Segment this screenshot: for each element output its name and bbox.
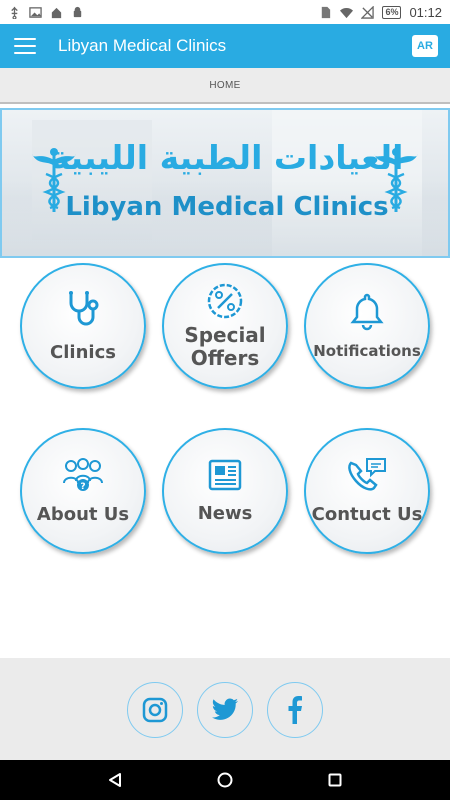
usb-icon	[11, 6, 18, 19]
tile-label: Clinics	[50, 341, 116, 363]
breadcrumb-home[interactable]: HOME	[209, 80, 240, 91]
tile-label-line2: Offers	[190, 346, 260, 370]
header-banner: العيادات الطبية الليبية Libyan Medical C…	[0, 108, 450, 258]
instagram-button[interactable]	[127, 682, 183, 738]
back-button[interactable]	[95, 760, 135, 800]
language-toggle-button[interactable]: AR	[412, 35, 438, 57]
twitter-icon	[212, 698, 238, 720]
status-right-icons: 6% 01:12	[319, 5, 442, 20]
no-signal-icon	[361, 5, 375, 19]
phone-chat-icon	[348, 457, 386, 491]
facebook-icon	[288, 696, 302, 724]
banner-english-title: Libyan Medical Clinics	[65, 192, 389, 222]
tile-label: Notifications	[313, 342, 421, 361]
news-button[interactable]: News	[162, 428, 288, 554]
contact-us-button[interactable]: Contuct Us	[304, 428, 430, 554]
wifi-icon	[340, 7, 354, 18]
notifications-button[interactable]: Notifications	[304, 263, 430, 389]
status-left-icons	[8, 6, 84, 19]
group-question-icon: ?	[63, 457, 103, 492]
sim-icon	[322, 6, 331, 18]
status-bar: 6% 01:12	[0, 0, 450, 24]
home-icon	[51, 7, 62, 18]
app-bar: Libyan Medical Clinics AR	[0, 24, 450, 68]
special-offers-button[interactable]: Special Offers	[162, 263, 288, 389]
tile-label: Special	[184, 323, 266, 347]
twitter-button[interactable]	[197, 682, 253, 738]
newspaper-icon	[208, 459, 242, 490]
instagram-icon	[142, 697, 168, 723]
system-nav-bar	[0, 760, 450, 800]
facebook-button[interactable]	[267, 682, 323, 738]
recents-square-icon	[328, 773, 342, 787]
clock: 01:12	[409, 4, 442, 20]
back-triangle-icon	[109, 773, 121, 787]
app-title: Libyan Medical Clinics	[58, 36, 227, 55]
recents-button[interactable]	[315, 760, 355, 800]
image-icon	[29, 6, 42, 18]
social-footer	[0, 658, 450, 760]
stethoscope-icon	[69, 290, 99, 326]
android-icon	[73, 6, 82, 17]
home-button[interactable]	[205, 760, 245, 800]
clinics-button[interactable]: Clinics	[20, 263, 146, 389]
home-circle-icon	[217, 772, 233, 788]
battery-level: 6%	[382, 5, 402, 19]
svg-text:?: ?	[80, 482, 85, 492]
banner-arabic-title: العيادات الطبية الليبية	[50, 138, 404, 177]
about-us-button[interactable]: ? About Us	[20, 428, 146, 554]
tile-label: News	[197, 502, 253, 524]
tile-label: Contuct Us	[311, 503, 423, 525]
tile-label: About Us	[36, 503, 130, 525]
breadcrumb: HOME	[0, 68, 450, 104]
hamburger-menu-icon[interactable]	[14, 38, 36, 54]
percent-badge-icon	[207, 283, 243, 319]
bell-icon	[350, 294, 384, 331]
